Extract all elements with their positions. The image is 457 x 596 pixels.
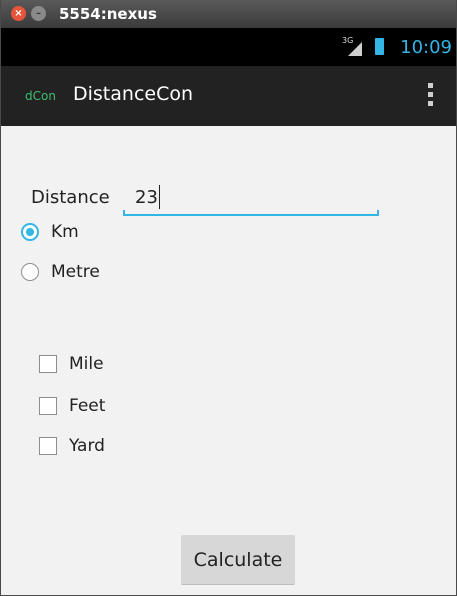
minimize-icon[interactable]: –: [31, 6, 46, 21]
close-icon[interactable]: ×: [11, 6, 26, 21]
checkbox-label-feet: Feet: [69, 396, 106, 416]
radio-label-km: Km: [51, 222, 79, 242]
radio-checked-icon[interactable]: [21, 223, 39, 241]
emulator-window: × – 5554:nexus 3G 10:09 dCon DistanceCon…: [0, 0, 457, 596]
text-caret: [159, 185, 160, 209]
signal-icon: 3G: [342, 36, 364, 56]
window-titlebar: × – 5554:nexus: [1, 0, 456, 28]
checkbox-icon[interactable]: [39, 437, 57, 455]
radio-metre[interactable]: Metre: [21, 259, 100, 285]
checkbox-yard[interactable]: Yard: [39, 433, 105, 459]
network-type: 3G: [342, 36, 354, 45]
checkbox-mile[interactable]: Mile: [39, 351, 104, 377]
radio-km[interactable]: Km: [21, 219, 79, 245]
distance-input[interactable]: 23: [123, 180, 379, 216]
overflow-menu-icon[interactable]: [428, 83, 434, 109]
status-time: 10:09: [400, 37, 452, 58]
battery-icon: [375, 38, 384, 55]
status-bar: 3G 10:09: [1, 28, 456, 66]
radio-label-metre: Metre: [51, 262, 100, 282]
checkbox-icon[interactable]: [39, 355, 57, 373]
checkbox-label-yard: Yard: [69, 436, 105, 456]
input-underline: [123, 210, 379, 216]
checkbox-icon[interactable]: [39, 397, 57, 415]
distance-label: Distance: [31, 187, 110, 208]
window-title: 5554:nexus: [59, 5, 157, 23]
calculate-button[interactable]: Calculate: [181, 535, 295, 584]
distance-input-value: 23: [135, 187, 158, 208]
app-logo: dCon: [25, 89, 56, 103]
action-bar: dCon DistanceCon: [1, 66, 456, 126]
checkbox-feet[interactable]: Feet: [39, 393, 105, 419]
app-title: DistanceCon: [73, 83, 194, 105]
radio-unchecked-icon[interactable]: [21, 263, 39, 281]
checkbox-label-mile: Mile: [69, 354, 104, 374]
